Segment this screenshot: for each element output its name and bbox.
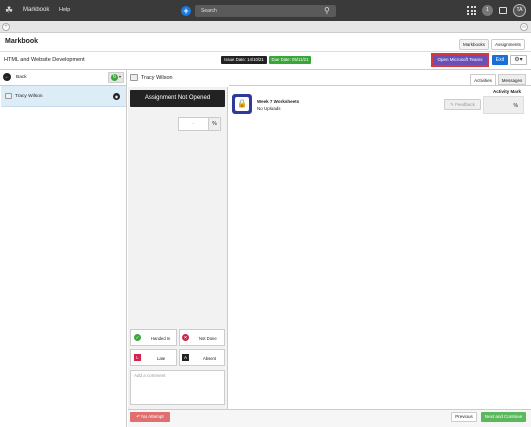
student-card-icon <box>130 74 138 81</box>
activity-subtitle: No Uploads <box>257 106 281 111</box>
status-eye-icon: ◉ <box>113 93 120 100</box>
exit-button[interactable]: Exit <box>492 55 508 65</box>
feedback-label: Feedback <box>455 102 475 107</box>
back-arrow-icon[interactable]: ← <box>3 73 11 81</box>
student-name: Tracy Wilson <box>15 94 43 99</box>
divider <box>0 51 531 52</box>
inbox-icon[interactable] <box>499 7 507 14</box>
tab-assignments[interactable]: Assignments <box>491 39 525 50</box>
status-badge: Assignment Not Opened <box>130 90 225 107</box>
not-done-label: Not Done <box>199 336 217 341</box>
tab-markbooks[interactable]: Markbooks <box>459 39 489 50</box>
filter-status-icon: ↻ <box>111 74 118 81</box>
issue-date-badge: Issue Date: 14/10/21 <box>221 56 267 64</box>
handed-in-label: Handed In <box>151 336 171 341</box>
divider <box>229 85 531 86</box>
back-link[interactable]: Back <box>16 75 27 80</box>
mark-percent-label: % <box>209 117 221 131</box>
comment-field[interactable]: Add a comment <box>130 370 225 405</box>
apps-grid-icon[interactable] <box>467 6 476 15</box>
activity-mark-input[interactable]: % <box>483 96 524 114</box>
chevron-down-icon: ▾ <box>119 74 122 79</box>
no-attempt-button[interactable]: ↶ No Attempt <box>130 412 170 422</box>
due-date-badge: Due Date: 05/11/21 <box>269 56 311 64</box>
no-attempt-label: No Attempt <box>141 414 164 419</box>
check-icon: ✓ <box>134 334 141 341</box>
add-button[interactable]: + <box>181 6 191 16</box>
lock-icon: 🔒 <box>235 97 249 111</box>
brand-name[interactable]: Markbook <box>23 7 49 13</box>
settings-gear-icon[interactable]: ⚙▾ <box>510 55 527 65</box>
activity-title[interactable]: Week 7 Worksheets <box>257 99 299 104</box>
feedback-button[interactable]: ✎ Feedback <box>444 99 481 110</box>
open-teams-button[interactable]: Open Microsoft Teams <box>431 53 489 67</box>
late-label: Late <box>157 356 166 361</box>
search-placeholder: Search <box>201 8 217 14</box>
course-title: HTML and Website Development <box>4 57 85 63</box>
tab-activities[interactable]: Activities <box>470 74 496 85</box>
selected-student-name: Tracy Wilson <box>141 75 173 81</box>
page-title: Markbook <box>5 38 39 45</box>
add-circle-icon[interactable]: + <box>2 23 10 31</box>
absent-label: Absent <box>203 356 217 361</box>
search-icon[interactable]: ⚲ <box>324 6 330 15</box>
previous-button[interactable]: Previous <box>451 412 477 422</box>
close-icon: ✕ <box>182 334 189 341</box>
user-avatar[interactable]: TA <box>513 4 526 17</box>
mark-input[interactable]: - <box>178 117 209 131</box>
absent-icon: A <box>182 354 189 361</box>
late-icon: L <box>134 354 141 361</box>
next-continue-button[interactable]: Next and Continue <box>481 412 526 422</box>
tab-messages[interactable]: Messages <box>498 74 526 85</box>
secondary-toolbar <box>0 21 531 33</box>
activity-mark-header: Activity Mark <box>493 89 522 94</box>
notifications-badge[interactable]: 1 <box>482 5 493 16</box>
student-sidebar <box>0 70 127 427</box>
student-card-icon <box>5 93 12 99</box>
link-icon[interactable]: ∞ <box>520 23 528 31</box>
app-logo-icon[interactable]: ☘ <box>5 5 19 16</box>
help-link[interactable]: Help <box>59 7 70 13</box>
